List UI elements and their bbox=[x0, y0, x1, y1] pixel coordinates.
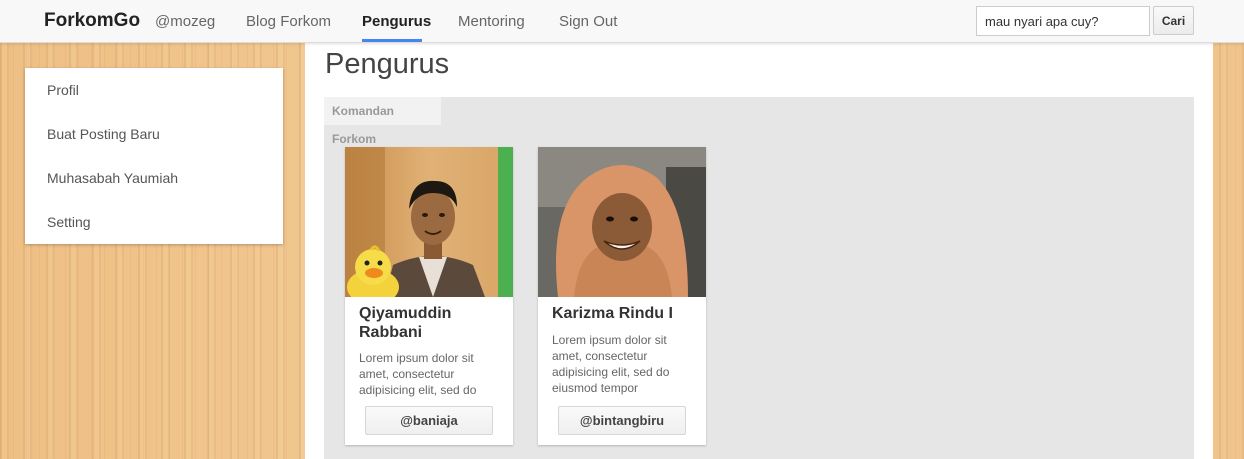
main-content: Pengurus Komandan Forkom Qiyamuddin Rabb… bbox=[305, 42, 1213, 459]
nav-pengurus[interactable]: Pengurus bbox=[362, 13, 431, 30]
member-handle-button[interactable]: @bintangbiru bbox=[558, 406, 686, 435]
member-card: Karizma Rindu I Lorem ipsum dolor sit am… bbox=[538, 147, 706, 445]
sidebar-item-buat-posting[interactable]: Buat Posting Baru bbox=[47, 126, 160, 142]
search-input[interactable] bbox=[976, 6, 1150, 36]
member-name: Qiyamuddin Rabbani bbox=[359, 305, 452, 341]
nav-mentoring[interactable]: Mentoring bbox=[458, 13, 525, 30]
member-description: Lorem ipsum dolor sit amet, consectetur … bbox=[552, 333, 670, 395]
member-photo bbox=[345, 147, 513, 297]
sidebar-item-setting[interactable]: Setting bbox=[47, 214, 91, 230]
member-description: Lorem ipsum dolor sit amet, consectetur … bbox=[359, 351, 477, 397]
nav-blog-forkom[interactable]: Blog Forkom bbox=[246, 13, 331, 30]
panel-tab-komandan[interactable]: Komandan Forkom bbox=[324, 97, 441, 146]
sidebar-item-profil[interactable]: Profil bbox=[47, 82, 79, 98]
username-link[interactable]: @mozeg bbox=[155, 13, 215, 30]
sidebar-menu: Profil Buat Posting Baru Muhasabah Yaumi… bbox=[25, 68, 283, 244]
member-handle-button[interactable]: @baniaja bbox=[365, 406, 493, 435]
member-photo bbox=[538, 147, 706, 297]
active-nav-indicator bbox=[362, 39, 422, 42]
nav-sign-out[interactable]: Sign Out bbox=[559, 13, 617, 30]
top-navbar: ForkomGo @mozeg Blog Forkom Pengurus Men… bbox=[0, 0, 1244, 43]
member-name: Karizma Rindu I bbox=[552, 305, 673, 322]
member-card: Qiyamuddin Rabbani Lorem ipsum dolor sit… bbox=[345, 147, 513, 445]
page-title: Pengurus bbox=[325, 48, 450, 80]
sidebar-item-muhasabah[interactable]: Muhasabah Yaumiah bbox=[47, 170, 178, 186]
member-accent-bar bbox=[498, 147, 513, 297]
brand-logo[interactable]: ForkomGo bbox=[44, 10, 140, 32]
search-button[interactable]: Cari bbox=[1153, 6, 1194, 35]
pengurus-panel: Komandan Forkom Qiyamuddin Rabbani Lorem… bbox=[324, 97, 1194, 459]
